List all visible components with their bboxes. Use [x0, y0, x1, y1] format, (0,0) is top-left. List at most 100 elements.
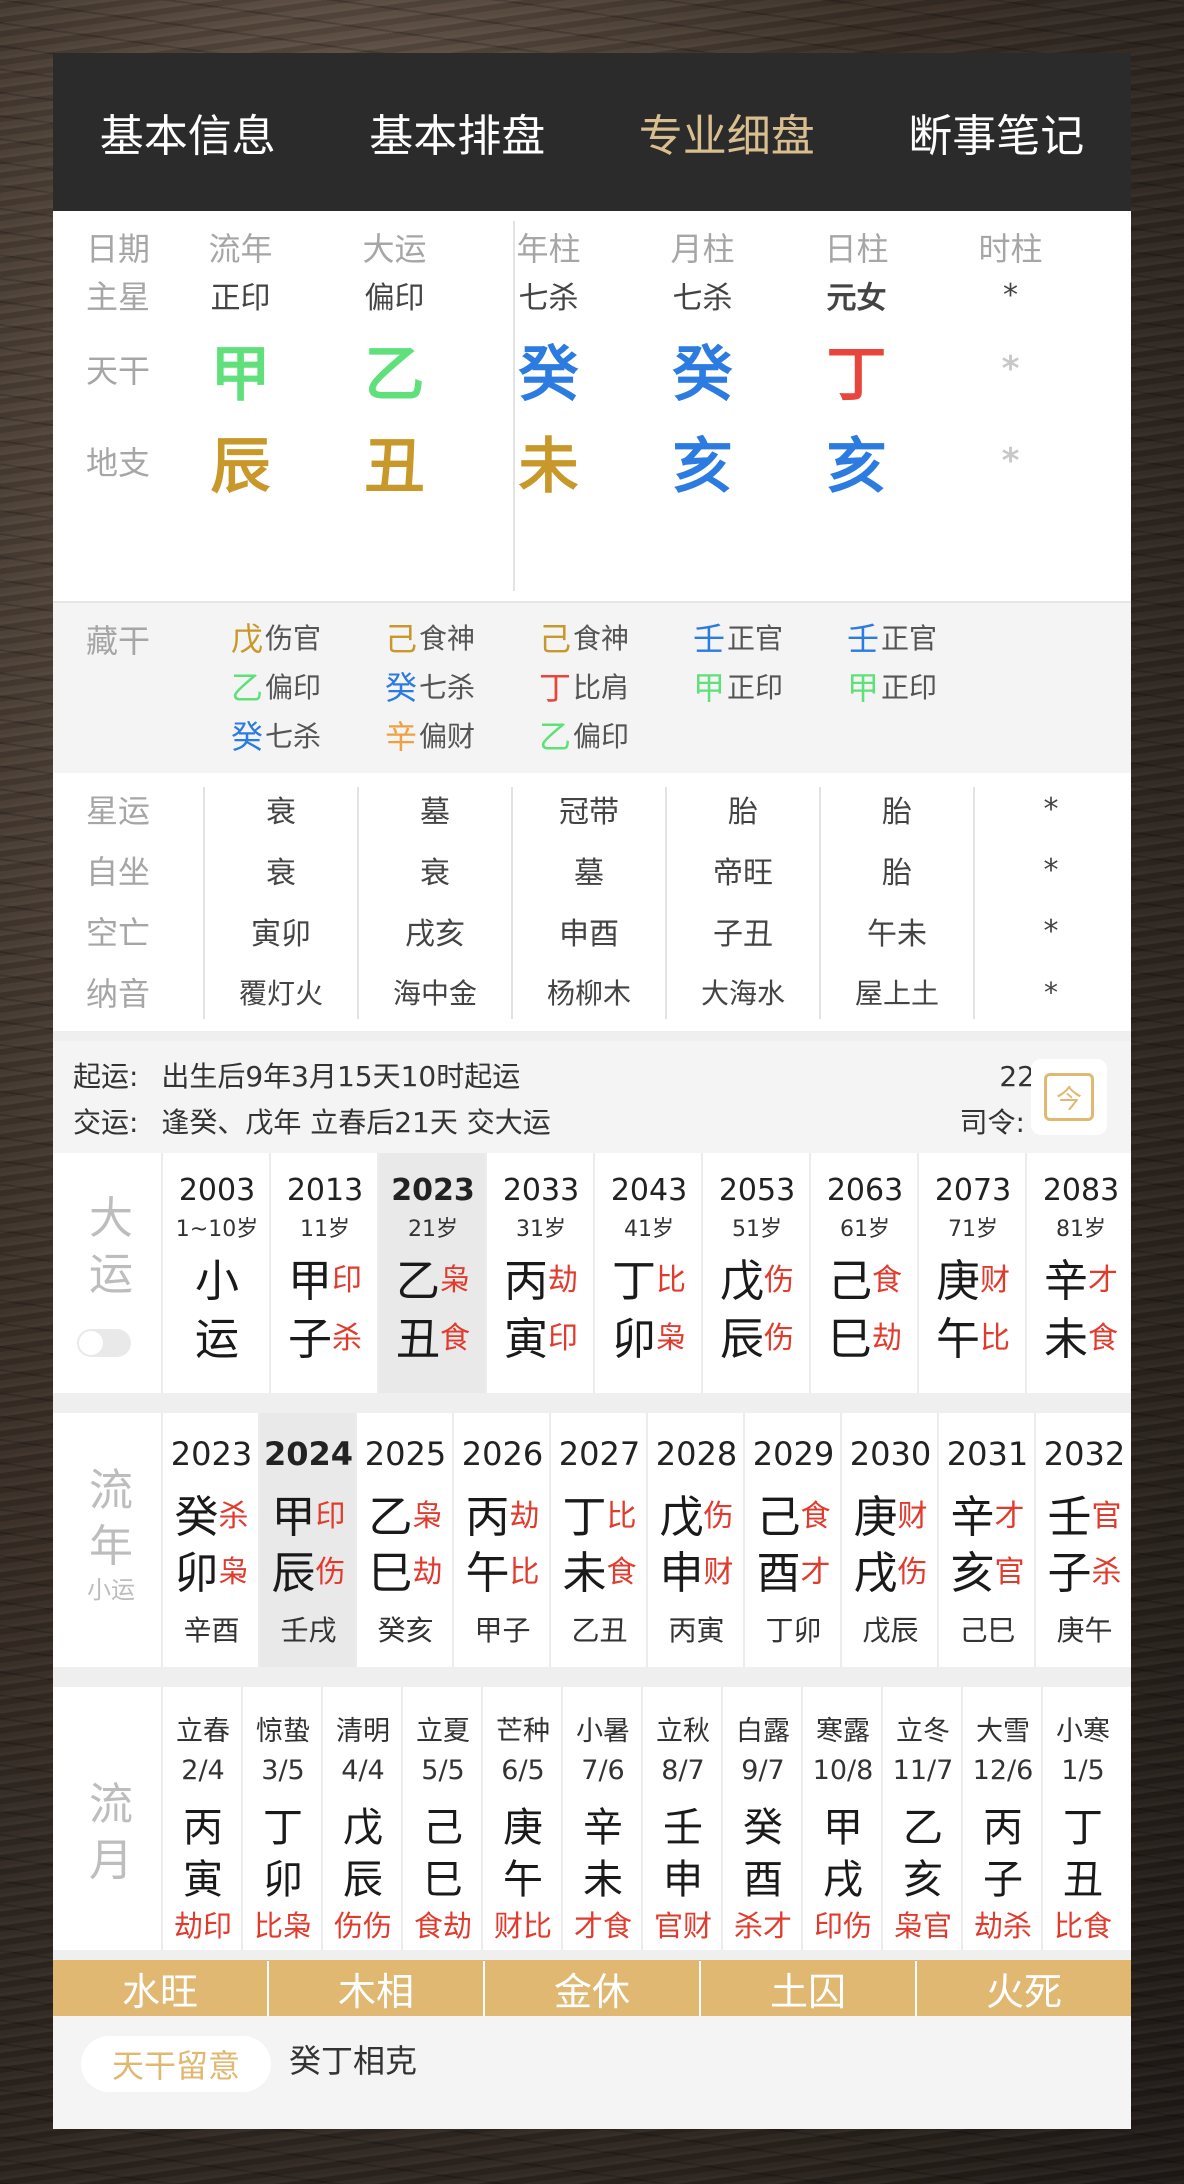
liuyue-term: 立春 [176, 1716, 230, 1747]
liunian-column[interactable]: 2029 己食酉才丁卯 [743, 1413, 842, 1667]
dayun-branch-row: 辰伤 [703, 1303, 811, 1367]
divider [53, 1393, 1131, 1413]
qiyun-label: 起运: [73, 1060, 139, 1093]
liunian-column[interactable]: 2031 辛才亥官己巳 [937, 1413, 1036, 1667]
nav-tab[interactable]: 专业细盘 [592, 53, 862, 211]
hidden-stem-god: 食神 [419, 622, 476, 655]
stage-value: 戌亥 [405, 917, 465, 952]
liunian-xiaoyun: 丙寅 [668, 1614, 725, 1647]
liuyue-stem: 辛 [583, 1805, 623, 1851]
liuyue-column[interactable]: 小暑 7/6 辛未才食 [561, 1687, 643, 1950]
dayun-stem-god: 财 [980, 1263, 1010, 1298]
heavenly-stem: 甲 [210, 339, 271, 410]
liunian-branch: 申 [659, 1548, 704, 1599]
liuyue-stem: 庚 [503, 1805, 543, 1851]
liuyue-branch: 寅 [183, 1857, 223, 1903]
liuyue-gods: 食劫 [413, 1909, 472, 1943]
dayun-branch-row: 卯枭 [595, 1303, 703, 1367]
wuxing-state: 水旺 [121, 1969, 198, 2014]
dayun-branch-row: 巳劫 [811, 1303, 919, 1367]
dayun-branch-god: 印 [548, 1321, 578, 1356]
liunian-column[interactable]: 2028 戊伤申财丙寅 [646, 1413, 745, 1667]
dayun-column[interactable]: 2053 51岁戊伤辰伤 [701, 1153, 811, 1393]
hidden-stem-item: 己食神 [539, 615, 629, 659]
liunian-xiaoyun: 戊辰 [862, 1614, 919, 1647]
nav-tab[interactable]: 基本排盘 [323, 53, 593, 211]
dayun-column[interactable]: 2073 71岁庚财午比 [917, 1153, 1027, 1393]
nav-tab[interactable]: 断事笔记 [862, 53, 1132, 211]
liuyue-branch: 巳 [423, 1857, 463, 1903]
liunian-year: 2023 [170, 1435, 253, 1473]
liunian-column[interactable]: 2027 丁比未食乙丑 [549, 1413, 648, 1667]
liuyue-branch: 亥 [903, 1857, 943, 1903]
liunian-stem-row: 癸杀 [163, 1481, 260, 1545]
liunian-year: 2024 [263, 1435, 354, 1473]
stage-value: 墓 [574, 856, 604, 891]
liunian-stem-row: 庚财 [842, 1481, 939, 1545]
stage-value: 杨柳木 [546, 977, 631, 1010]
stage-value: 覆灯火 [238, 977, 323, 1010]
dayun-year: 2033 [502, 1173, 580, 1208]
dayun-column[interactable]: 2043 41岁丁比卯枭 [593, 1153, 703, 1393]
liuyue-column[interactable]: 小寒 1/5 丁丑比食 [1041, 1687, 1123, 1950]
dayun-year: 2023 [391, 1173, 475, 1208]
earthly-branch: 辰 [210, 431, 271, 502]
liuyue-column[interactable]: 立秋 8/7 壬申官财 [641, 1687, 723, 1950]
liunian-xiaoyun: 己巳 [959, 1614, 1016, 1647]
liunian-year: 2031 [946, 1435, 1029, 1473]
calendar-button[interactable]: 今 [1031, 1059, 1107, 1135]
liunian-year: 2026 [461, 1435, 544, 1473]
dayun-column[interactable]: 2003 1~10岁小运 [161, 1153, 271, 1393]
dayun-column[interactable]: 2063 61岁己食巳劫 [809, 1153, 919, 1393]
liunian-stem: 戊 [659, 1492, 704, 1543]
dayun-age: 81岁 [1056, 1217, 1106, 1242]
nav-tab[interactable]: 基本信息 [53, 53, 323, 211]
liuyue-gods: 官财 [653, 1909, 712, 1943]
liunian-stem-god: 比 [606, 1499, 637, 1534]
liunian-xiaoyun: 乙丑 [571, 1614, 628, 1647]
dayun-column[interactable]: 2013 11岁甲印子杀 [269, 1153, 379, 1393]
pillar-row-label: 地支 [85, 444, 150, 482]
liunian-branch: 戌 [853, 1548, 898, 1599]
dayun-column[interactable]: 2083 81岁辛才未食 [1025, 1153, 1131, 1393]
stage-value: * [1044, 975, 1058, 1009]
liuyue-date: 7/6 [581, 1755, 625, 1786]
liunian-column[interactable]: 2030 庚财戌伤戊辰 [840, 1413, 939, 1667]
liunian-column[interactable]: 2025 乙枭巳劫癸亥 [355, 1413, 454, 1667]
liuyue-column[interactable]: 芒种 6/5 庚午财比 [481, 1687, 563, 1950]
stage-value: 寅卯 [251, 917, 311, 952]
liuyue-column[interactable]: 立冬 11/7 乙亥枭官 [881, 1687, 963, 1950]
liunian-column[interactable]: 2032 壬官子杀庚午 [1034, 1413, 1131, 1667]
notice-badge[interactable]: 天干留意 [81, 2036, 271, 2092]
liuyue-term: 小暑 [576, 1716, 630, 1747]
stage-value: * [1043, 791, 1059, 827]
liunian-stem-row: 甲印 [260, 1481, 357, 1545]
pillar-header: 月柱 [670, 230, 735, 268]
liunian-stem-row: 丁比 [551, 1481, 648, 1545]
hidden-stem-char: 己 [385, 620, 418, 658]
liunian-column[interactable]: 2023 癸杀卯枭辛酉 [161, 1413, 260, 1667]
dayun-column[interactable]: 2023 21岁乙枭丑食 [377, 1153, 487, 1393]
hidden-stem-char: 壬 [693, 620, 726, 658]
hidden-stem-item: 丁比肩 [539, 664, 629, 708]
xiaoyun-toggle[interactable] [77, 1329, 131, 1357]
liunian-branch: 卯 [174, 1548, 219, 1599]
hidden-stems-label: 藏干 [85, 622, 150, 660]
dayun-branch-god: 劫 [872, 1321, 902, 1356]
liuyue-column[interactable]: 惊蛰 3/5 丁卯比枭 [241, 1687, 323, 1950]
liunian-column[interactable]: 2024 甲印辰伤壬戌 [258, 1413, 357, 1667]
liuyue-column[interactable]: 立夏 5/5 己巳食劫 [401, 1687, 483, 1950]
liuyue-column[interactable]: 大雪 12/6 丙子劫杀 [961, 1687, 1043, 1950]
main-star: 偏印 [364, 281, 425, 316]
liuyue-column[interactable]: 清明 4/4 戊辰伤伤 [321, 1687, 403, 1950]
liunian-branch: 午 [465, 1548, 510, 1599]
liuyue-column[interactable]: 寒露 10/8 甲戌印伤 [801, 1687, 883, 1950]
notice-section: 天干留意 癸丁相克 [53, 2016, 1131, 2129]
liuyue-column[interactable]: 立春 2/4 丙寅劫印 [161, 1687, 243, 1950]
dayun-branch: 巳 [828, 1314, 872, 1365]
liunian-column[interactable]: 2026 丙劫午比甲子 [452, 1413, 551, 1667]
dayun-column[interactable]: 2033 31岁丙劫寅印 [485, 1153, 595, 1393]
liuyue-gods: 劫杀 [973, 1909, 1032, 1943]
stage-value: 胎 [882, 856, 912, 891]
liuyue-column[interactable]: 白露 9/7 癸酉杀才 [721, 1687, 803, 1950]
